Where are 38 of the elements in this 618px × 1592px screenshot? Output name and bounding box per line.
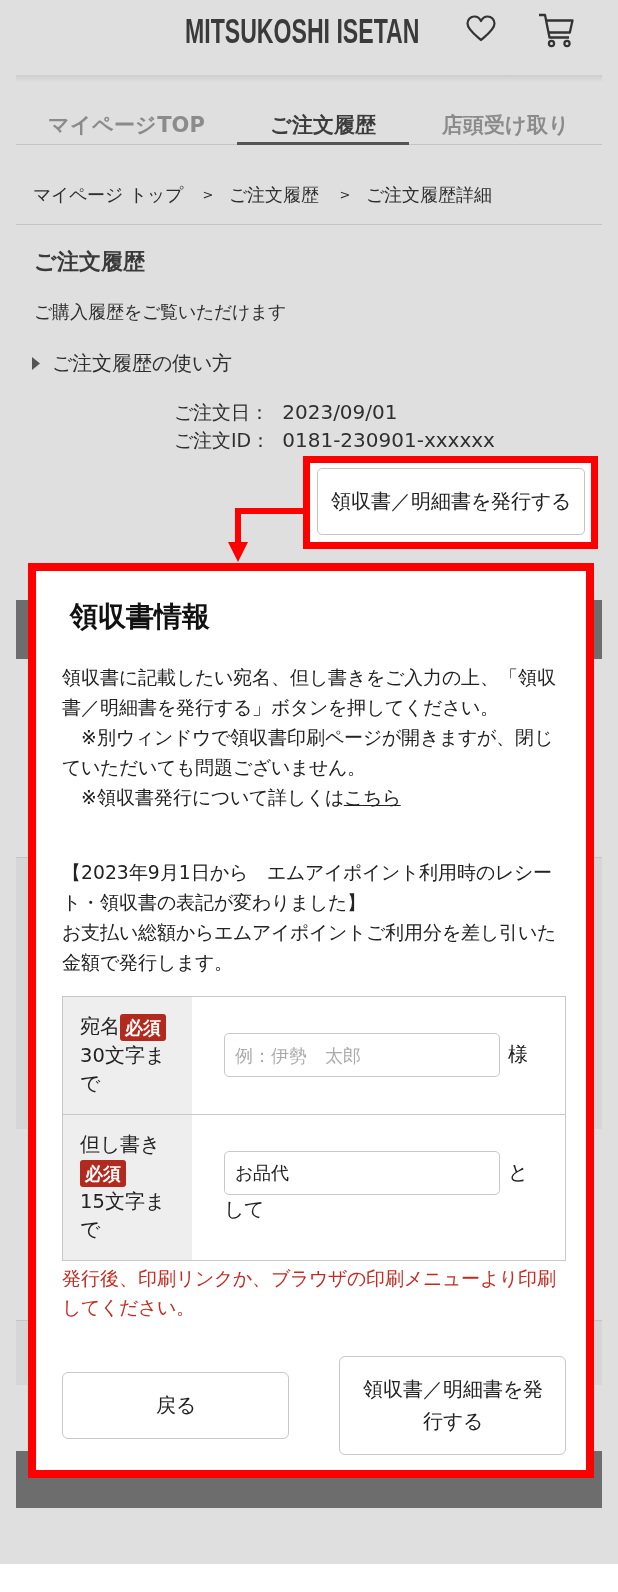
breadcrumb-separator: > — [339, 186, 351, 204]
order-field-label: ご注文ID： — [174, 428, 271, 453]
suffix-text: と — [508, 1159, 528, 1186]
issue-receipt-button[interactable]: 領収書／明細書を発行する — [339, 1355, 566, 1455]
limit-text: 15文字まで — [80, 1189, 165, 1241]
dialog-title: 領収書情報 — [70, 600, 211, 634]
details-link[interactable]: こちら — [343, 787, 401, 808]
order-field-value: 2023/09/01 — [282, 399, 399, 426]
instruction-text: ※領収書発行について詳しくはこちら — [80, 786, 402, 810]
limit-text: 30文字まで — [80, 1043, 165, 1095]
field-label: 宛名 — [80, 1015, 120, 1038]
instruction-text: 領収書に記載したい宛名、但し書きをご入力の上、「領収書／明細書を発行する」ボタンを押してください。 — [62, 666, 557, 720]
breadcrumb-link[interactable]: ご注文履歴 — [229, 183, 320, 207]
order-field-label: ご注文日： — [174, 400, 270, 425]
page-title: ご注文履歴 — [34, 248, 146, 276]
issue-receipt-button[interactable]: 領収書／明細書を発行する — [317, 468, 585, 535]
input-field[interactable]: お品代 — [224, 1150, 500, 1195]
heart-icon[interactable] — [466, 15, 496, 42]
suffix-text: 様 — [508, 1042, 528, 1068]
brand-logo[interactable]: MITSUKOSHI ISETAN — [185, 15, 420, 47]
tab[interactable]: ご注文履歴 — [237, 82, 409, 145]
instruction-text: ※別ウィンドウで領収書印刷ページが開きますが、閉じていただいても問題ございません。 — [62, 726, 554, 780]
notice-text: 【2023年9月1日から エムアイポイント利用時のレシート・領収書の表記が変わりました】 — [62, 861, 553, 915]
breadcrumb-link[interactable]: マイページ トップ — [33, 183, 183, 207]
help-toggle[interactable]: ご注文履歴の使い方 — [32, 348, 232, 378]
suffix-text: して — [224, 1196, 264, 1223]
breadcrumb-current: ご注文履歴詳細 — [366, 184, 493, 207]
cart-icon[interactable] — [538, 12, 574, 48]
required-badge: 必須 — [80, 1160, 126, 1187]
description-text: ご購入履歴をご覧いただけます — [34, 300, 287, 324]
order-field-value: 0181-230901-xxxxxx — [282, 427, 495, 454]
required-badge: 必須 — [120, 1014, 166, 1041]
field-label: 但し書き — [80, 1132, 160, 1156]
breadcrumb-separator: > — [202, 186, 214, 204]
back-button[interactable]: 戻る — [62, 1371, 289, 1439]
input-field[interactable]: 例：伊勢 太郎 — [224, 1033, 500, 1077]
warning-text: 発行後、印刷リンクか、ブラウザの印刷メニューより印刷してください。 — [62, 1266, 557, 1320]
notice-text: お支払い総額からエムアイポイントご利用分を差し引いた金額で発行します。 — [62, 921, 557, 975]
